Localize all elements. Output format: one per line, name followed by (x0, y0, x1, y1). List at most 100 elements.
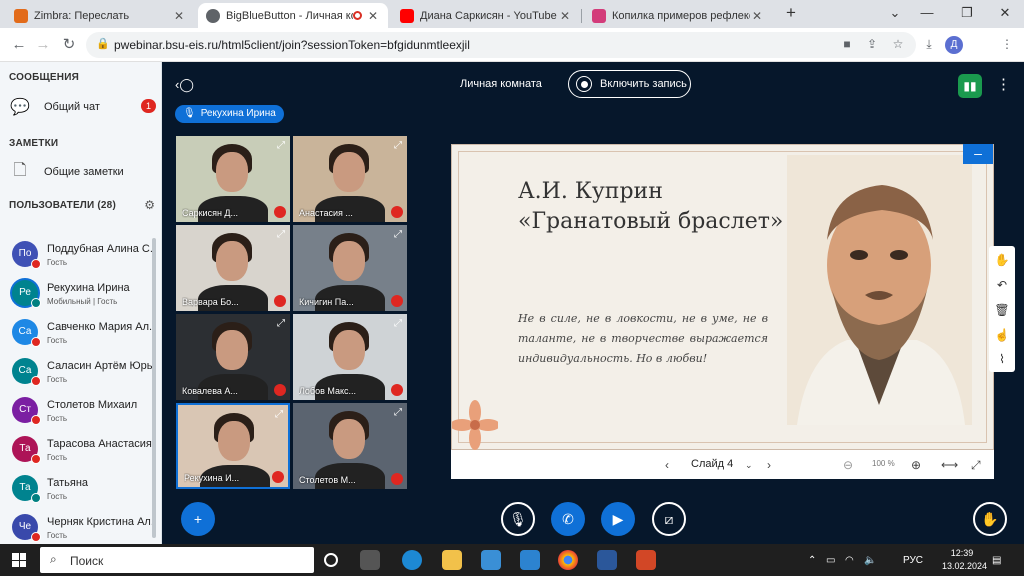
user-list-item[interactable]: Ре Рекухина Ирина Мобильный | Гость (10, 278, 155, 314)
fullscreen-icon[interactable]: ⤢ (394, 318, 402, 329)
next-slide-icon[interactable]: › (767, 458, 771, 472)
close-window-icon[interactable]: ✕ (990, 0, 1020, 28)
volume-icon[interactable]: 🔈 (864, 555, 876, 566)
video-tile[interactable]: ⤢ Столетов М... (293, 403, 407, 489)
windows-start-icon[interactable] (12, 553, 26, 567)
forward-icon[interactable]: → (32, 34, 54, 56)
cortana-icon[interactable] (324, 553, 338, 567)
record-button[interactable]: Включить запись (568, 70, 691, 98)
task-view-icon[interactable] (360, 550, 380, 570)
chevron-down-icon[interactable]: ⌄ (745, 460, 753, 471)
taskbar-search[interactable]: ⌕ Поиск (40, 547, 314, 573)
options-menu-icon[interactable]: ⋮ (996, 75, 1011, 93)
reload-icon[interactable]: ↻ (58, 34, 80, 56)
tab-youtube[interactable]: Диана Саркисян - YouTube ✕ (392, 3, 580, 28)
profile-avatar[interactable]: Д (945, 36, 963, 54)
file-explorer-icon[interactable] (442, 550, 462, 570)
user-list-item[interactable]: Че Черняк Кристина Ал... Гость (10, 512, 155, 542)
leave-audio-button[interactable]: ✆ (551, 502, 585, 536)
video-tile[interactable]: ⤢ Рекухина И... (176, 403, 290, 489)
user-list-item[interactable]: Та Тарасова Анастасия... Гость (10, 434, 155, 470)
tray-expand-icon[interactable]: ⌃ (808, 555, 816, 566)
fullscreen-icon[interactable]: ⤢ (275, 409, 283, 420)
mute-microphone-button[interactable]: 🎙 (501, 502, 535, 536)
user-list-item[interactable]: Са Савченко Мария Ал... Гость (10, 317, 155, 353)
video-tile[interactable]: ⤢ Варвара Бо... (176, 225, 290, 311)
menu-kebab-icon[interactable]: ⋮ (998, 37, 1016, 53)
public-chat-item[interactable]: 💬 Общий чат 1 (8, 96, 160, 118)
language-indicator[interactable]: РУС (903, 555, 923, 566)
user-list-item[interactable]: Ст Столетов Михаил Гость (10, 395, 155, 431)
undo-icon[interactable]: ↶ (989, 273, 1015, 297)
close-icon[interactable]: ✕ (750, 9, 764, 23)
tab-search-icon[interactable]: ⌄ (880, 0, 910, 28)
messages-header: СООБЩЕНИЯ (9, 72, 79, 83)
edge-icon[interactable] (402, 550, 422, 570)
camera-icon[interactable]: ■ (838, 37, 856, 53)
raise-hand-button[interactable]: ✋ (973, 502, 1007, 536)
zoom-out-icon[interactable]: ⊖ (843, 458, 853, 472)
minimize-window-icon[interactable]: — (912, 0, 942, 28)
shared-notes-item[interactable]: 🗋 Общие заметки (8, 161, 160, 183)
slide-selector[interactable]: Слайд 4 (691, 458, 733, 470)
user-list-scrollbar[interactable] (152, 238, 156, 538)
chrome-icon[interactable] (558, 550, 578, 570)
hand-tool-icon[interactable]: ✋ (989, 248, 1015, 272)
fullscreen-icon[interactable]: ⤢ (277, 318, 285, 329)
slide-title-author: А.И. Куприн (518, 179, 663, 204)
add-actions-button[interactable]: + (181, 502, 215, 536)
video-tile[interactable]: ⤢ Анастасия ... (293, 136, 407, 222)
close-icon[interactable]: ✕ (558, 9, 572, 23)
toggle-userlist-icon[interactable]: ‹◯ (175, 77, 194, 93)
bookmark-star-icon[interactable]: ☆ (889, 37, 907, 53)
video-tile[interactable]: ⤢ Лобов Макс... (293, 314, 407, 400)
mic-status-icon (31, 493, 41, 503)
multi-user-whiteboard-icon[interactable]: ☝ (989, 323, 1015, 347)
fullscreen-icon[interactable]: ⤢ (277, 229, 285, 240)
video-participant-name: Ковалева А... (182, 386, 238, 396)
close-icon[interactable]: ✕ (366, 9, 380, 23)
mail-icon[interactable] (520, 550, 540, 570)
minimize-presentation-button[interactable]: – (963, 144, 993, 164)
trash-icon[interactable]: 🗑 (989, 298, 1015, 322)
close-icon[interactable]: ✕ (172, 9, 186, 23)
fit-width-icon[interactable]: ⟷ (941, 458, 958, 472)
gear-icon[interactable]: ⚙ (144, 198, 155, 212)
zoom-in-icon[interactable]: ⊕ (911, 458, 921, 472)
back-icon[interactable]: ← (8, 34, 30, 56)
fullscreen-icon[interactable]: ⤢ (277, 140, 285, 151)
wifi-icon[interactable]: ◠ (845, 555, 854, 566)
restore-window-icon[interactable]: ❐ (952, 0, 982, 28)
fullscreen-icon[interactable]: ⤢ (394, 407, 402, 418)
tab-zimbra[interactable]: Zimbra: Переслать ✕ (6, 3, 194, 28)
fullscreen-icon[interactable]: ⤢ (394, 140, 402, 151)
muted-mic-icon (391, 384, 403, 396)
screenshare-button[interactable]: ⧄ (652, 502, 686, 536)
store-icon[interactable] (481, 550, 501, 570)
new-tab-button[interactable]: + (776, 0, 806, 28)
video-tile[interactable]: ⤢ Кичигин Па... (293, 225, 407, 311)
previous-slide-icon[interactable]: ‹ (665, 458, 669, 472)
user-list-item[interactable]: Са Саласин Артём Юрь... Гость (10, 356, 155, 392)
tab-bigbluebutton[interactable]: BigBlueButton - Личная ко ✕ (198, 3, 388, 28)
fullscreen-icon[interactable]: ⤢ (394, 229, 402, 240)
video-tile[interactable]: ⤢ Саркисян Д... (176, 136, 290, 222)
tab-kopilka[interactable]: Копилка примеров рефлексии ✕ (584, 3, 772, 28)
chart-icon[interactable]: ⌇ (989, 347, 1015, 371)
share-icon[interactable]: ⇪ (863, 37, 881, 53)
video-tile[interactable]: ⤢ Ковалева А... (176, 314, 290, 400)
clock[interactable]: 12:39 13.02.2024 (942, 548, 987, 571)
site-icon (592, 8, 606, 23)
address-bar[interactable]: 🔒 pwebinar.bsu-eis.ru/html5client/join?s… (86, 32, 916, 58)
powerpoint-icon[interactable] (636, 550, 656, 570)
network-icon[interactable]: ▭ (826, 555, 835, 566)
camera-button[interactable]: ▶ (601, 502, 635, 536)
globe-icon (206, 8, 220, 23)
word-icon[interactable] (597, 550, 617, 570)
download-icon[interactable]: ⤓ (920, 37, 938, 53)
notifications-icon[interactable]: ▤ (992, 555, 1001, 566)
fullscreen-icon[interactable]: ⤢ (971, 458, 981, 473)
user-list-item[interactable]: Та Татьяна Гость (10, 473, 155, 509)
connection-status-icon[interactable]: ▮▮ (958, 74, 982, 98)
user-list-item[interactable]: По Поддубная Алина С... Гость (10, 239, 155, 275)
